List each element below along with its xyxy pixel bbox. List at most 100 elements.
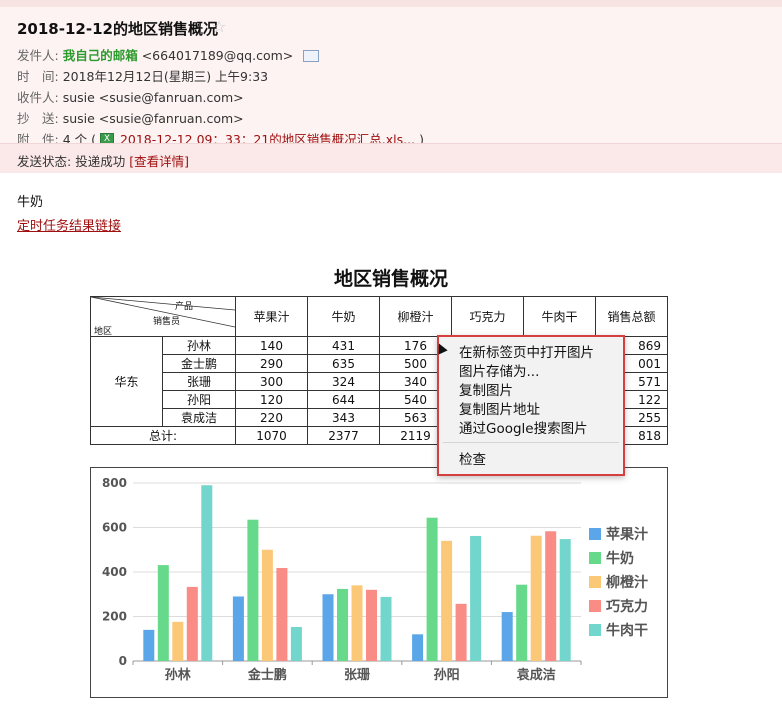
menu-item-copy-image-address[interactable]: 复制图片地址	[459, 398, 540, 418]
y-tick-label: 200	[102, 610, 127, 624]
value-cell: 635	[307, 354, 380, 373]
corner-salesperson-label: 销售员	[153, 317, 181, 327]
bar	[201, 485, 213, 661]
legend-swatch	[589, 576, 601, 588]
bar	[351, 585, 363, 661]
from-name[interactable]: 我自己的邮箱	[63, 48, 138, 63]
bar	[172, 621, 184, 661]
bar	[501, 612, 513, 661]
to-label: 收件人:	[17, 90, 59, 105]
bar	[290, 626, 302, 661]
salesperson-cell: 袁成洁	[162, 408, 236, 427]
cc-label: 抄 送:	[17, 111, 59, 126]
x-tick-label: 孙阳	[434, 667, 460, 683]
bar	[559, 539, 571, 661]
x-tick-label: 金士鹏	[247, 667, 287, 683]
value-cell: 324	[307, 372, 380, 391]
header-accent-line	[0, 0, 782, 7]
x-tick-label: 孙林	[165, 667, 191, 683]
bar	[380, 596, 392, 661]
y-tick-label: 400	[102, 565, 127, 579]
send-status-bar: 发送状态: 投递成功 [查看详情]	[0, 143, 782, 173]
time-label: 时 间:	[17, 69, 59, 84]
contact-card-icon[interactable]	[303, 49, 320, 62]
view-details-link[interactable]: [查看详情]	[129, 154, 189, 169]
status-value: 投递成功	[75, 154, 126, 169]
from-label: 发件人:	[17, 48, 59, 63]
menu-separator	[443, 442, 619, 443]
y-tick-label: 600	[102, 521, 127, 535]
corner-header: 产品 销售员 地区	[90, 296, 236, 337]
bar	[530, 535, 542, 661]
bar	[441, 540, 453, 661]
status-label: 发送状态:	[17, 154, 72, 169]
x-tick-label: 袁成洁	[516, 667, 556, 683]
time-row: 时 间: 2018年12月12日(星期三) 上午9:33	[17, 66, 268, 85]
cc-row: 抄 送: susie <susie@fanruan.com>	[17, 108, 244, 127]
legend-label: 柳橙汁	[606, 574, 648, 591]
bar	[426, 517, 438, 661]
column-header: 牛奶	[307, 296, 380, 337]
bar	[366, 589, 377, 661]
corner-product-label: 产品	[174, 302, 193, 312]
bar	[455, 603, 467, 661]
column-header: 销售总额	[595, 296, 668, 337]
menu-item-inspect[interactable]: 检查	[459, 448, 486, 468]
report-title: 地区销售概况	[333, 268, 448, 290]
to-row: 收件人: susie <susie@fanruan.com>	[17, 87, 244, 106]
total-cell: 2377	[307, 426, 380, 445]
salesperson-cell: 金士鹏	[162, 354, 236, 373]
bar	[186, 586, 198, 661]
column-header: 牛肉干	[523, 296, 596, 337]
from-row: 发件人: 我自己的邮箱 <664017189@qq.com>	[17, 45, 320, 64]
legend-swatch	[589, 624, 601, 636]
menu-item-search-google[interactable]: 通过Google搜索图片	[459, 417, 588, 437]
column-header: 柳橙汁	[379, 296, 452, 337]
y-tick-label: 800	[102, 476, 127, 490]
table-header-row: 产品 销售员 地区 苹果汁 牛奶 柳橙汁 巧克力 牛肉干 销售总额	[90, 296, 668, 337]
legend-label: 牛奶	[606, 550, 634, 567]
value-cell: 140	[235, 336, 308, 355]
sales-chart[interactable]: 0 200 400 600 800 孙林 金士鹏 张珊 孙阳 袁成洁 苹果汁 牛奶 柳橙汁 巧克力 牛肉干	[90, 467, 668, 698]
legend-label: 牛肉干	[606, 622, 648, 639]
bar	[143, 629, 155, 661]
to-value[interactable]: susie <susie@fanruan.com>	[63, 90, 244, 105]
bar	[157, 565, 169, 661]
region-cell: 华东	[90, 336, 163, 427]
send-status: 发送状态: 投递成功 [查看详情]	[17, 151, 189, 170]
corner-region-label: 地区	[94, 327, 113, 337]
time-value: 2018年12月12日(星期三) 上午9:33	[62, 69, 269, 84]
bar	[516, 584, 528, 661]
column-header: 巧克力	[451, 296, 524, 337]
from-address: <664017189@qq.com>	[141, 48, 294, 63]
bar	[232, 596, 244, 661]
bar	[247, 519, 259, 661]
total-label: 总计:	[90, 426, 236, 445]
star-icon[interactable]: ☆	[212, 17, 226, 36]
email-subject: 2018-12-12的地区销售概况	[17, 20, 218, 38]
body-text: 牛奶	[17, 195, 44, 210]
cc-value[interactable]: susie <susie@fanruan.com>	[63, 111, 244, 126]
menu-item-save-image-as[interactable]: 图片存储为...	[459, 360, 539, 380]
bar	[470, 535, 482, 661]
legend-swatch	[589, 528, 601, 540]
legend-swatch	[589, 600, 601, 612]
total-cell: 1070	[235, 426, 308, 445]
task-result-link[interactable]: 定时任务结果链接	[17, 215, 121, 234]
bar	[261, 549, 273, 661]
bar-chart-svg: 0 200 400 600 800 孙林 金士鹏 张珊 孙阳 袁成洁 苹果汁牛奶柳橙汁巧克力牛肉干	[102, 476, 648, 683]
bar	[337, 588, 348, 661]
bar	[412, 634, 424, 661]
bar	[322, 594, 334, 661]
menu-item-open-image-new-tab[interactable]: 在新标签页中打开图片	[459, 341, 594, 361]
value-cell: 343	[307, 408, 380, 427]
legend-label: 巧克力	[606, 598, 648, 615]
y-tick-label: 0	[119, 654, 127, 668]
value-cell: 220	[235, 408, 308, 427]
value-cell: 300	[235, 372, 308, 391]
value-cell: 120	[235, 390, 308, 409]
bar	[276, 567, 288, 661]
bar	[545, 531, 557, 661]
legend-swatch	[589, 552, 601, 564]
menu-item-copy-image[interactable]: 复制图片	[459, 379, 513, 399]
